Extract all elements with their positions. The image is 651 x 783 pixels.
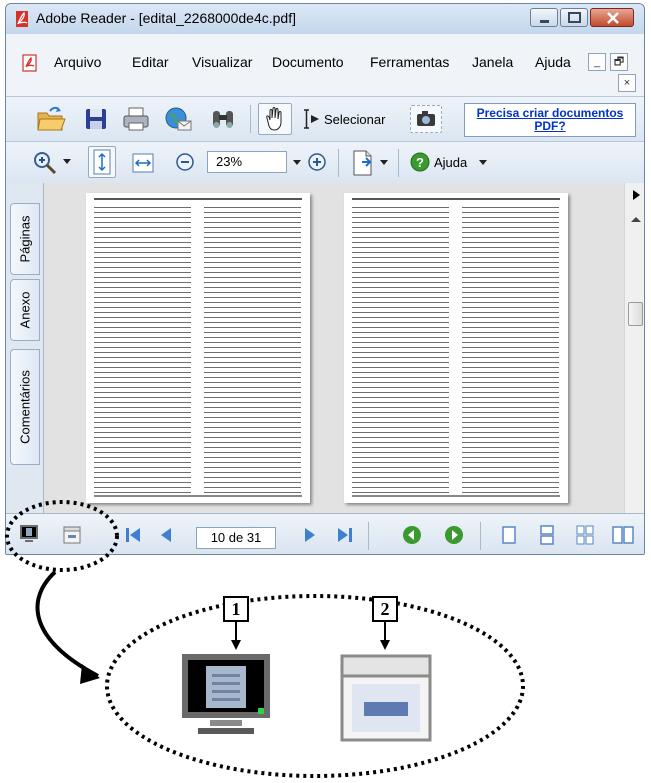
annotation-overlay [5, 500, 525, 778]
callout-label-1: 1 [223, 596, 249, 622]
callout-label-2: 2 [372, 596, 398, 622]
full-screen-monitor-magnified-icon [182, 654, 270, 734]
split-window-magnified-icon [340, 654, 432, 742]
